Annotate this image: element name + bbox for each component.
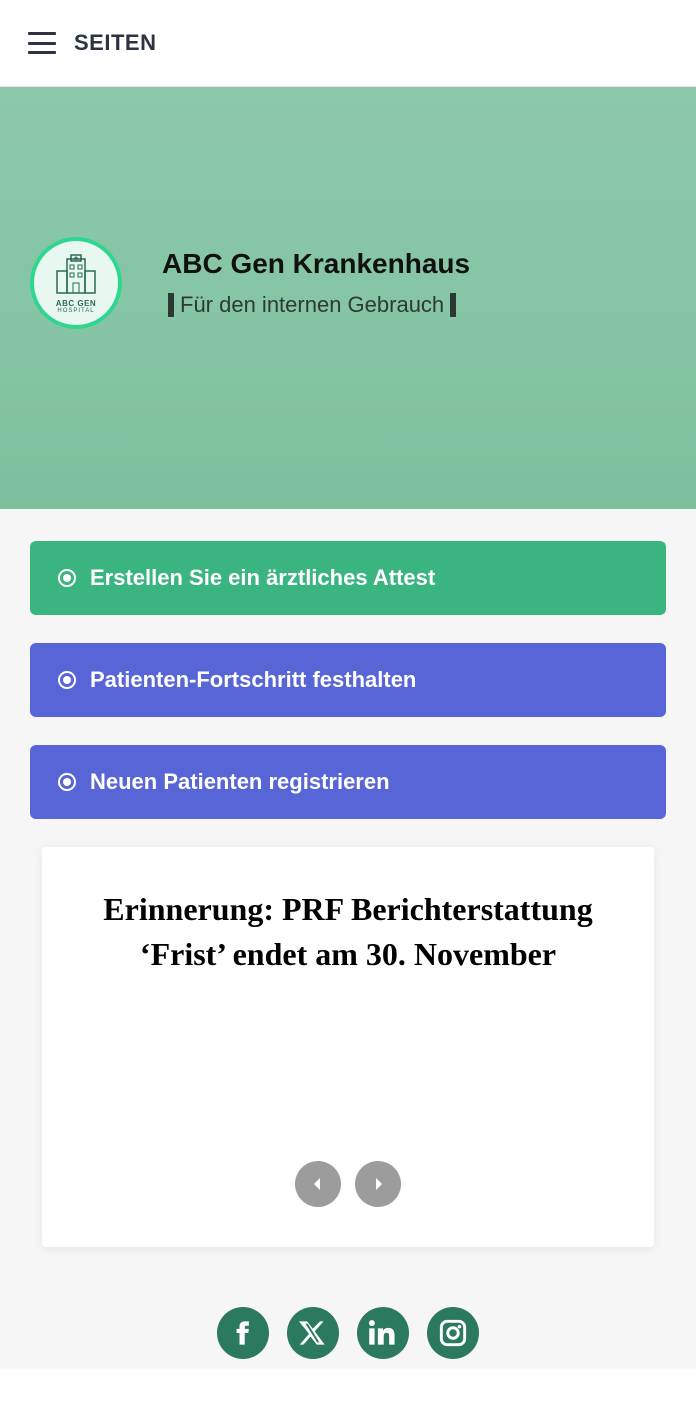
social-links bbox=[0, 1277, 696, 1369]
page-title: ABC Gen Krankenhaus bbox=[162, 248, 470, 280]
radio-icon bbox=[58, 569, 76, 587]
hero-section: ABC GEN HOSPITAL ABC Gen Krankenhaus Für… bbox=[0, 87, 696, 509]
facebook-icon bbox=[229, 1319, 257, 1347]
header-bar: SEITEN bbox=[0, 0, 696, 87]
action-label: Patienten-Fortschritt festhalten bbox=[90, 667, 416, 693]
x-link[interactable] bbox=[287, 1307, 339, 1359]
page-subtitle: Für den internen Gebrauch bbox=[162, 292, 470, 318]
building-icon bbox=[53, 253, 99, 299]
chevron-right-icon bbox=[370, 1176, 386, 1192]
hospital-logo: ABC GEN HOSPITAL bbox=[30, 237, 122, 329]
radio-icon bbox=[58, 773, 76, 791]
action-label: Erstellen Sie ein ärztliches Attest bbox=[90, 565, 435, 591]
action-label: Neuen Patienten registrieren bbox=[90, 769, 390, 795]
menu-label[interactable]: SEITEN bbox=[74, 30, 156, 56]
chevron-left-icon bbox=[310, 1176, 326, 1192]
carousel-nav bbox=[82, 1161, 614, 1207]
register-patient-button[interactable]: Neuen Patienten registrieren bbox=[30, 745, 666, 819]
bar-icon bbox=[450, 293, 456, 317]
facebook-link[interactable] bbox=[217, 1307, 269, 1359]
next-button[interactable] bbox=[355, 1161, 401, 1207]
record-progress-button[interactable]: Patienten-Fortschritt festhalten bbox=[30, 643, 666, 717]
subtitle-text: Für den internen Gebrauch bbox=[180, 292, 444, 318]
logo-text: ABC GEN bbox=[56, 300, 96, 308]
instagram-icon bbox=[439, 1319, 467, 1347]
linkedin-icon bbox=[369, 1319, 397, 1347]
reminder-card: Erinnerung: PRF Berichterstattung ‘Frist… bbox=[42, 847, 654, 1247]
bar-icon bbox=[168, 293, 174, 317]
radio-icon bbox=[58, 671, 76, 689]
create-certificate-button[interactable]: Erstellen Sie ein ärztliches Attest bbox=[30, 541, 666, 615]
x-icon bbox=[299, 1319, 327, 1347]
instagram-link[interactable] bbox=[427, 1307, 479, 1359]
hero-text: ABC Gen Krankenhaus Für den internen Geb… bbox=[162, 248, 470, 318]
logo-subtext: HOSPITAL bbox=[57, 308, 94, 314]
action-buttons: Erstellen Sie ein ärztliches Attest Pati… bbox=[0, 509, 696, 819]
linkedin-link[interactable] bbox=[357, 1307, 409, 1359]
hamburger-menu-icon[interactable] bbox=[28, 32, 56, 54]
reminder-title: Erinnerung: PRF Berichterstattung ‘Frist… bbox=[82, 887, 614, 977]
prev-button[interactable] bbox=[295, 1161, 341, 1207]
